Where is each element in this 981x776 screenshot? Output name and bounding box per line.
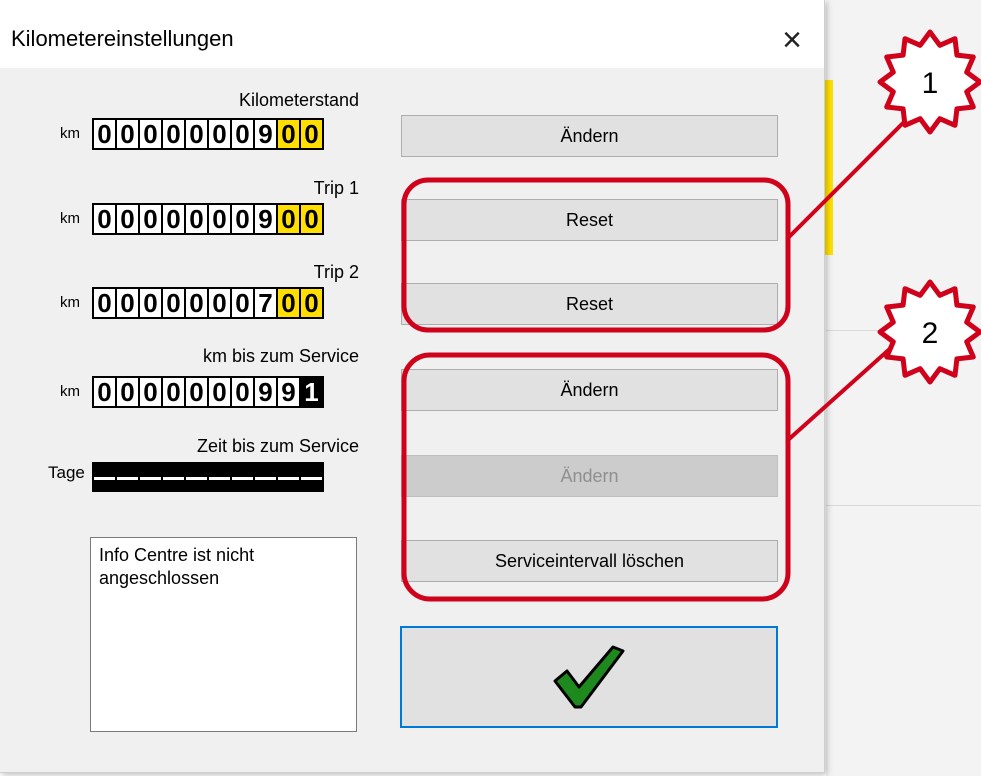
odometer-digit: 0 [301, 205, 322, 233]
odometer-digit: 0 [117, 120, 138, 148]
odometer-digit: 0 [301, 120, 322, 148]
service-time-label: Zeit bis zum Service [196, 436, 359, 456]
odometer-digit: 0 [232, 378, 253, 406]
trip2-reset-button[interactable]: Reset [401, 283, 778, 325]
odometer-digit: 0 [140, 378, 161, 406]
trip1-reset-button[interactable]: Reset [401, 199, 778, 241]
odometer-digit: 0 [94, 205, 115, 233]
odometer-digit: 0 [232, 289, 253, 317]
odometer-digit: 0 [278, 205, 299, 233]
close-button[interactable]: × [770, 18, 814, 62]
trip2-display: 0000000700 [92, 287, 324, 319]
odometer-digit [94, 464, 115, 492]
odometer-digit: 0 [163, 378, 184, 406]
service-km-change-button[interactable]: Ändern [401, 369, 778, 411]
odometer-digit: 0 [117, 289, 138, 317]
odometer-digit: 0 [117, 205, 138, 233]
odometer-digit [301, 464, 322, 492]
odometer-digit: 0 [140, 289, 161, 317]
odometer-digit: 9 [255, 205, 276, 233]
odometer-digit: 1 [301, 378, 322, 406]
service-time-unit: Tage [48, 463, 85, 482]
odometer-digit: 0 [117, 378, 138, 406]
background-window [826, 0, 981, 776]
trip2-unit: km [60, 294, 80, 311]
trip1-display: 0000000900 [92, 203, 324, 235]
dialog-title: Kilometereinstellungen [11, 26, 234, 51]
ok-button[interactable] [400, 626, 778, 728]
odometer-digit [140, 464, 161, 492]
background-divider [826, 505, 981, 506]
odometer-unit: km [60, 125, 80, 142]
odometer-digit: 0 [209, 120, 230, 148]
odometer-label: Kilometerstand [238, 90, 359, 110]
odometer-digit [186, 464, 207, 492]
odometer-digit [163, 464, 184, 492]
odometer-digit: 0 [163, 205, 184, 233]
odometer-digit: 0 [278, 120, 299, 148]
odometer-digit: 0 [94, 289, 115, 317]
kilometer-settings-dialog: Kilometereinstellungen × Kilometerstand … [0, 0, 825, 773]
odometer-digit: 0 [186, 120, 207, 148]
odometer-digit [209, 464, 230, 492]
odometer-digit [117, 464, 138, 492]
odometer-digit: 0 [186, 289, 207, 317]
odometer-digit: 0 [186, 205, 207, 233]
odometer-digit: 9 [278, 378, 299, 406]
info-status-text: Info Centre ist nicht angeschlossen [99, 545, 255, 588]
odometer-digit: 0 [209, 205, 230, 233]
odometer-digit: 9 [255, 120, 276, 148]
odometer-digit: 0 [301, 289, 322, 317]
service-time-display [92, 462, 324, 492]
checkmark-icon [553, 645, 625, 709]
odometer-digit: 0 [278, 289, 299, 317]
background-divider [826, 330, 981, 331]
odometer-digit: 9 [255, 378, 276, 406]
service-km-label: km bis zum Service [202, 346, 359, 366]
odometer-digit: 0 [140, 205, 161, 233]
odometer-digit: 0 [186, 378, 207, 406]
odometer-digit: 0 [94, 120, 115, 148]
odometer-digit: 0 [209, 289, 230, 317]
odometer-digit [255, 464, 276, 492]
odometer-digit: 0 [94, 378, 115, 406]
service-km-display: 0000000991 [92, 376, 324, 408]
service-km-unit: km [60, 383, 80, 400]
service-interval-clear-button[interactable]: Serviceintervall löschen [401, 540, 778, 582]
odometer-digit: 0 [209, 378, 230, 406]
odometer-digit: 7 [255, 289, 276, 317]
odometer-digit [278, 464, 299, 492]
trip2-label: Trip 2 [313, 262, 359, 282]
odometer-display: 0000000900 [92, 118, 324, 150]
odometer-digit: 0 [232, 120, 253, 148]
odometer-digit: 0 [140, 120, 161, 148]
odometer-digit [232, 464, 253, 492]
title-bar: Kilometereinstellungen × [0, 0, 824, 68]
trip1-label: Trip 1 [313, 178, 359, 198]
service-time-change-button[interactable]: Ändern [401, 455, 778, 497]
odometer-digit: 0 [232, 205, 253, 233]
odometer-digit: 0 [163, 289, 184, 317]
odometer-change-button[interactable]: Ändern [401, 115, 778, 157]
info-status-box: Info Centre ist nicht angeschlossen [90, 537, 357, 732]
odometer-digit: 0 [163, 120, 184, 148]
trip1-unit: km [60, 210, 80, 227]
